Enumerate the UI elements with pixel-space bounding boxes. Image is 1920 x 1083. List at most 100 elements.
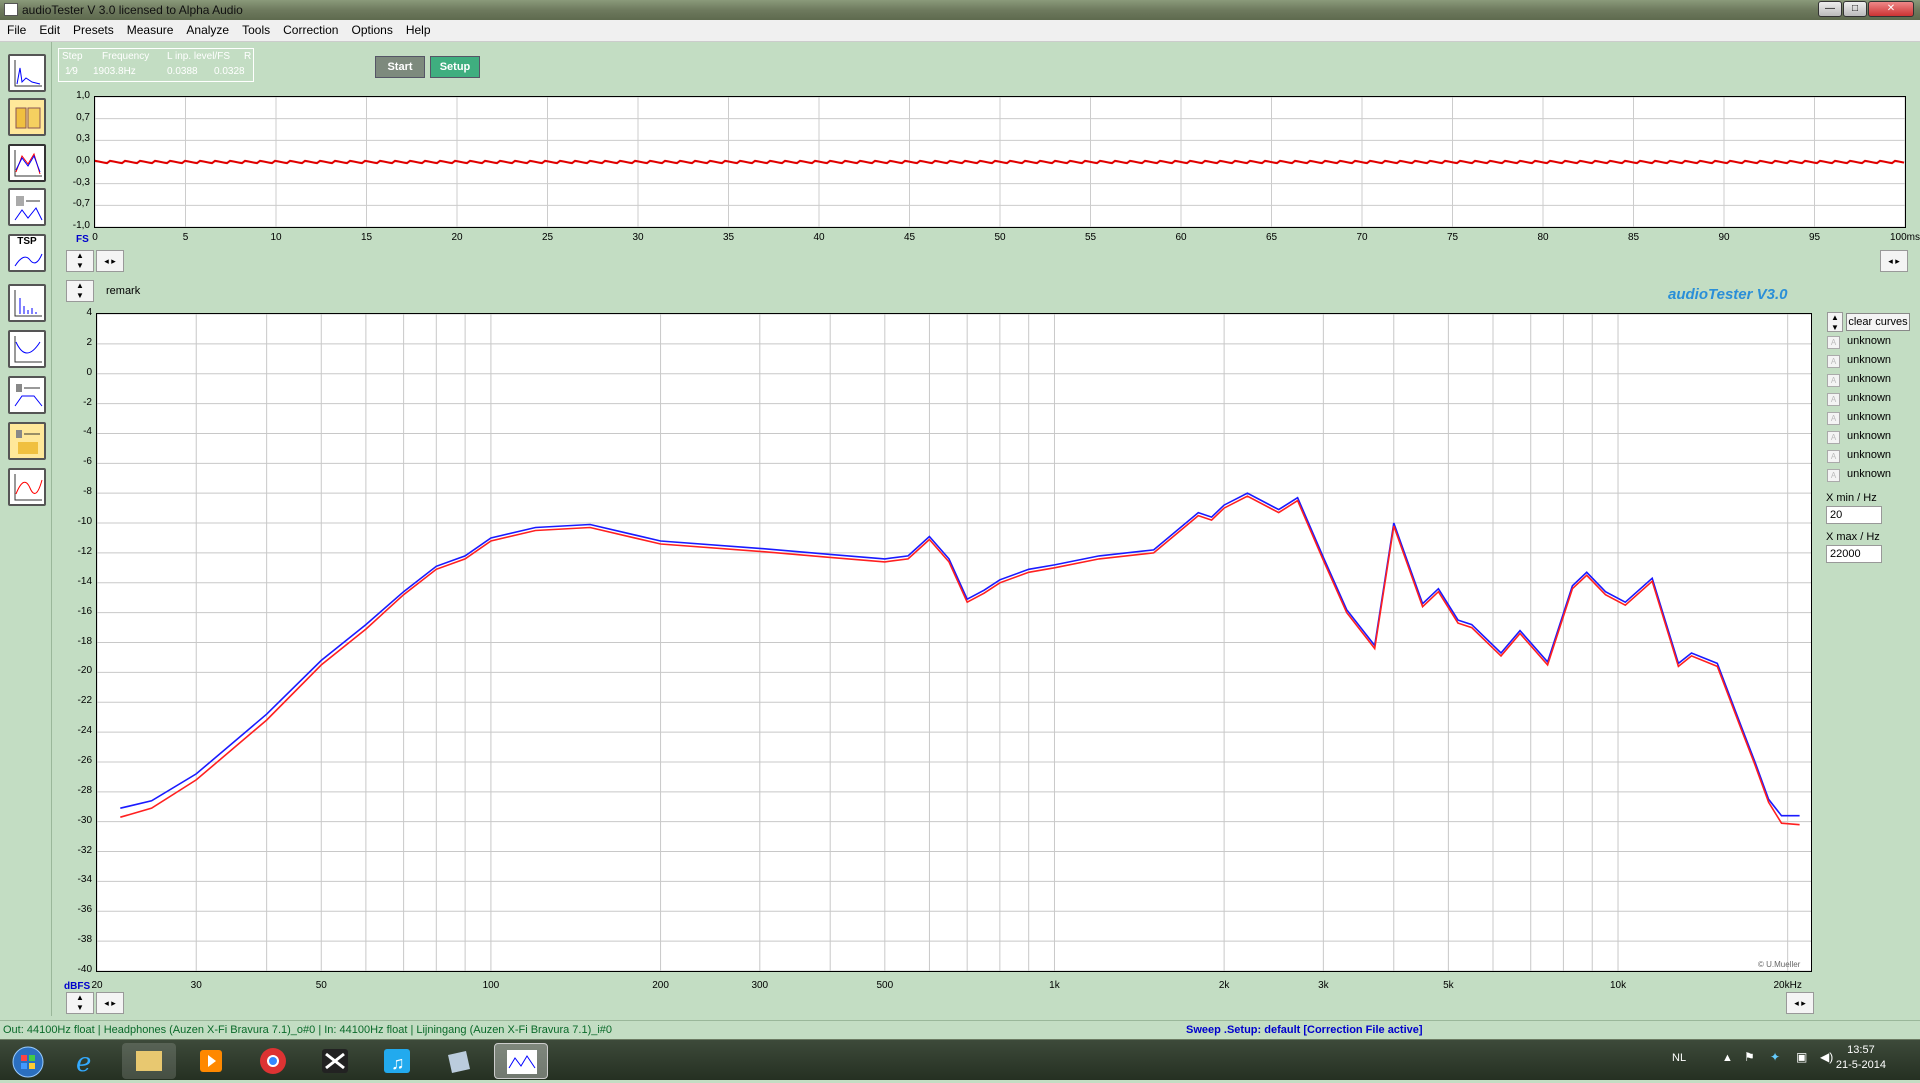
taskbar-chrome[interactable]: [246, 1043, 300, 1079]
time-plot-x-tick: 80: [1537, 232, 1549, 243]
measure-icon: [16, 430, 40, 454]
distortion-tool-button[interactable]: [8, 188, 46, 226]
clear-curves-button[interactable]: clear curves: [1846, 313, 1910, 331]
menu-correction[interactable]: Correction: [276, 20, 344, 37]
language-indicator[interactable]: NL: [1672, 1052, 1686, 1064]
right-header: R: [244, 51, 252, 62]
legend-item[interactable]: Aunknown: [1826, 467, 1916, 484]
tray-volume-icon[interactable]: ◀): [1820, 1050, 1833, 1064]
window-title: audioTester V 3.0 licensed to Alpha Audi…: [22, 3, 243, 17]
measurement-tool-button[interactable]: [8, 422, 46, 460]
copyright-label: © U.Mueller: [1758, 960, 1801, 969]
curve-checkbox[interactable]: A: [1827, 431, 1840, 444]
oscilloscope-tool-button[interactable]: [8, 54, 46, 92]
menu-edit[interactable]: Edit: [32, 20, 66, 37]
legend-item[interactable]: Aunknown: [1826, 429, 1916, 446]
curves-spinner[interactable]: ▲ ▼: [1827, 312, 1843, 332]
legend-item[interactable]: Aunknown: [1826, 391, 1916, 408]
frequency-chart-y-tick: -40: [77, 964, 92, 975]
taskbar-itunes[interactable]: ♫: [370, 1043, 424, 1079]
tray-network-icon[interactable]: ▣: [1796, 1050, 1807, 1064]
legend-item[interactable]: Aunknown: [1826, 372, 1916, 389]
legend-item[interactable]: Aunknown: [1826, 410, 1916, 427]
taskbar-app-x[interactable]: [308, 1043, 362, 1079]
taskbar-app-box[interactable]: [432, 1043, 486, 1079]
maximize-button[interactable]: □: [1843, 1, 1867, 17]
close-button[interactable]: ✕: [1868, 1, 1914, 17]
frequency-chart-y-tick: -18: [77, 635, 92, 647]
menu-presets[interactable]: Presets: [66, 20, 120, 37]
tray-flag-icon[interactable]: ⚑: [1744, 1050, 1755, 1064]
time-domain-plot[interactable]: [94, 96, 1906, 228]
time-plot-x-tick: 60: [1175, 232, 1187, 243]
chrome-icon: [260, 1048, 286, 1074]
generator-icon: [15, 107, 41, 129]
taskbar-explorer[interactable]: [122, 1043, 176, 1079]
frequency-response-tool-button[interactable]: [8, 144, 46, 182]
time-plot-x-tick: 45: [903, 232, 916, 243]
curve-checkbox[interactable]: A: [1827, 469, 1840, 482]
tray-dropbox-icon[interactable]: ✦: [1770, 1050, 1780, 1064]
svg-text:♫: ♫: [391, 1053, 405, 1073]
taskbar: e ♫ NL ▲ ⚑ ✦ ▣ ◀) 13:57 21-5-2014: [0, 1039, 1920, 1080]
tray-arrow-icon[interactable]: ▲: [1722, 1052, 1733, 1064]
sweep-status: Sweep .Setup: default [Correction File a…: [1186, 1024, 1423, 1036]
frequency-response-chart[interactable]: [96, 313, 1812, 972]
curve-checkbox[interactable]: A: [1827, 412, 1840, 425]
frequency-chart-scroll-left[interactable]: ◂ ▸: [96, 992, 124, 1014]
setup-button[interactable]: Setup: [430, 56, 480, 78]
time-plot-x-tick: 85: [1627, 232, 1640, 243]
correction-tool-button[interactable]: [8, 468, 46, 506]
menu-tools[interactable]: Tools: [235, 20, 276, 37]
remark-spinner[interactable]: ▲ ▼: [66, 280, 94, 302]
menu-measure[interactable]: Measure: [120, 20, 180, 37]
speaker-tool-button[interactable]: [8, 376, 46, 414]
taskbar-ie[interactable]: e: [60, 1043, 114, 1079]
app-icon: [4, 3, 18, 16]
start-orb[interactable]: [2, 1043, 52, 1079]
menu-file[interactable]: File: [0, 20, 32, 37]
frequency-chart-x-tick: 30: [190, 980, 202, 991]
start-button[interactable]: Start: [375, 56, 425, 78]
frequency-chart-y-tick: -16: [77, 605, 92, 617]
menu-help[interactable]: Help: [399, 20, 437, 37]
device-status: Out: 44100Hz float | Headphones (Auzen X…: [3, 1024, 613, 1036]
x-max-label: X max / Hz: [1826, 531, 1880, 543]
curve-checkbox[interactable]: A: [1827, 355, 1840, 368]
menu-options[interactable]: Options: [344, 20, 398, 37]
time-plot-scroll-left[interactable]: ◂ ▸: [96, 250, 124, 272]
menu-analyze[interactable]: Analyze: [179, 20, 235, 37]
frequency-chart-scroll-right[interactable]: ◂ ▸: [1786, 992, 1814, 1014]
media-player-icon: [200, 1050, 222, 1072]
legend-item[interactable]: Aunknown: [1826, 334, 1916, 351]
time-plot-x-tick: 40: [813, 232, 825, 243]
curve-checkbox[interactable]: A: [1827, 374, 1840, 387]
legend-item[interactable]: Aunknown: [1826, 353, 1916, 370]
generator-tool-button[interactable]: [8, 98, 46, 136]
spectrum-tool-button[interactable]: [8, 284, 46, 322]
frequency-chart-x-tick: 50: [315, 980, 327, 991]
time-plot-scroll-right[interactable]: ◂ ▸: [1880, 250, 1908, 272]
x-min-input[interactable]: 20: [1826, 506, 1882, 524]
frequency-chart-y-tick: -4: [83, 426, 92, 438]
legend-item[interactable]: Aunknown: [1826, 448, 1916, 465]
curve-checkbox[interactable]: A: [1827, 336, 1840, 349]
right-level-value: 0.0328: [214, 66, 245, 77]
frequency-chart-x-tick: 100: [482, 980, 500, 991]
frequency-chart-y-spinner[interactable]: ▲ ▼: [66, 992, 94, 1014]
measurement-readout: Step Frequency L inp. level/FS R 1⁄9 190…: [58, 48, 254, 82]
taskbar-audiotester[interactable]: [494, 1043, 548, 1079]
clock-date: 21-5-2014: [1835, 1059, 1886, 1071]
time-plot-y-spinner[interactable]: ▲ ▼: [66, 250, 94, 272]
taskbar-media[interactable]: [184, 1043, 238, 1079]
tsp-tool-button[interactable]: TSP: [8, 234, 46, 272]
curve-checkbox[interactable]: A: [1827, 393, 1840, 406]
minimize-button[interactable]: —: [1818, 1, 1842, 17]
x-max-input[interactable]: 22000: [1826, 545, 1882, 563]
curve-checkbox[interactable]: A: [1827, 450, 1840, 463]
system-clock[interactable]: 13:57 21-5-2014: [1836, 1044, 1886, 1071]
frequency-chart-x-tick: 20: [91, 980, 103, 991]
status-bar: Out: 44100Hz float | Headphones (Auzen X…: [0, 1020, 1920, 1039]
impedance-tool-button[interactable]: [8, 330, 46, 368]
frequency-chart-y-tick: -26: [77, 754, 92, 766]
